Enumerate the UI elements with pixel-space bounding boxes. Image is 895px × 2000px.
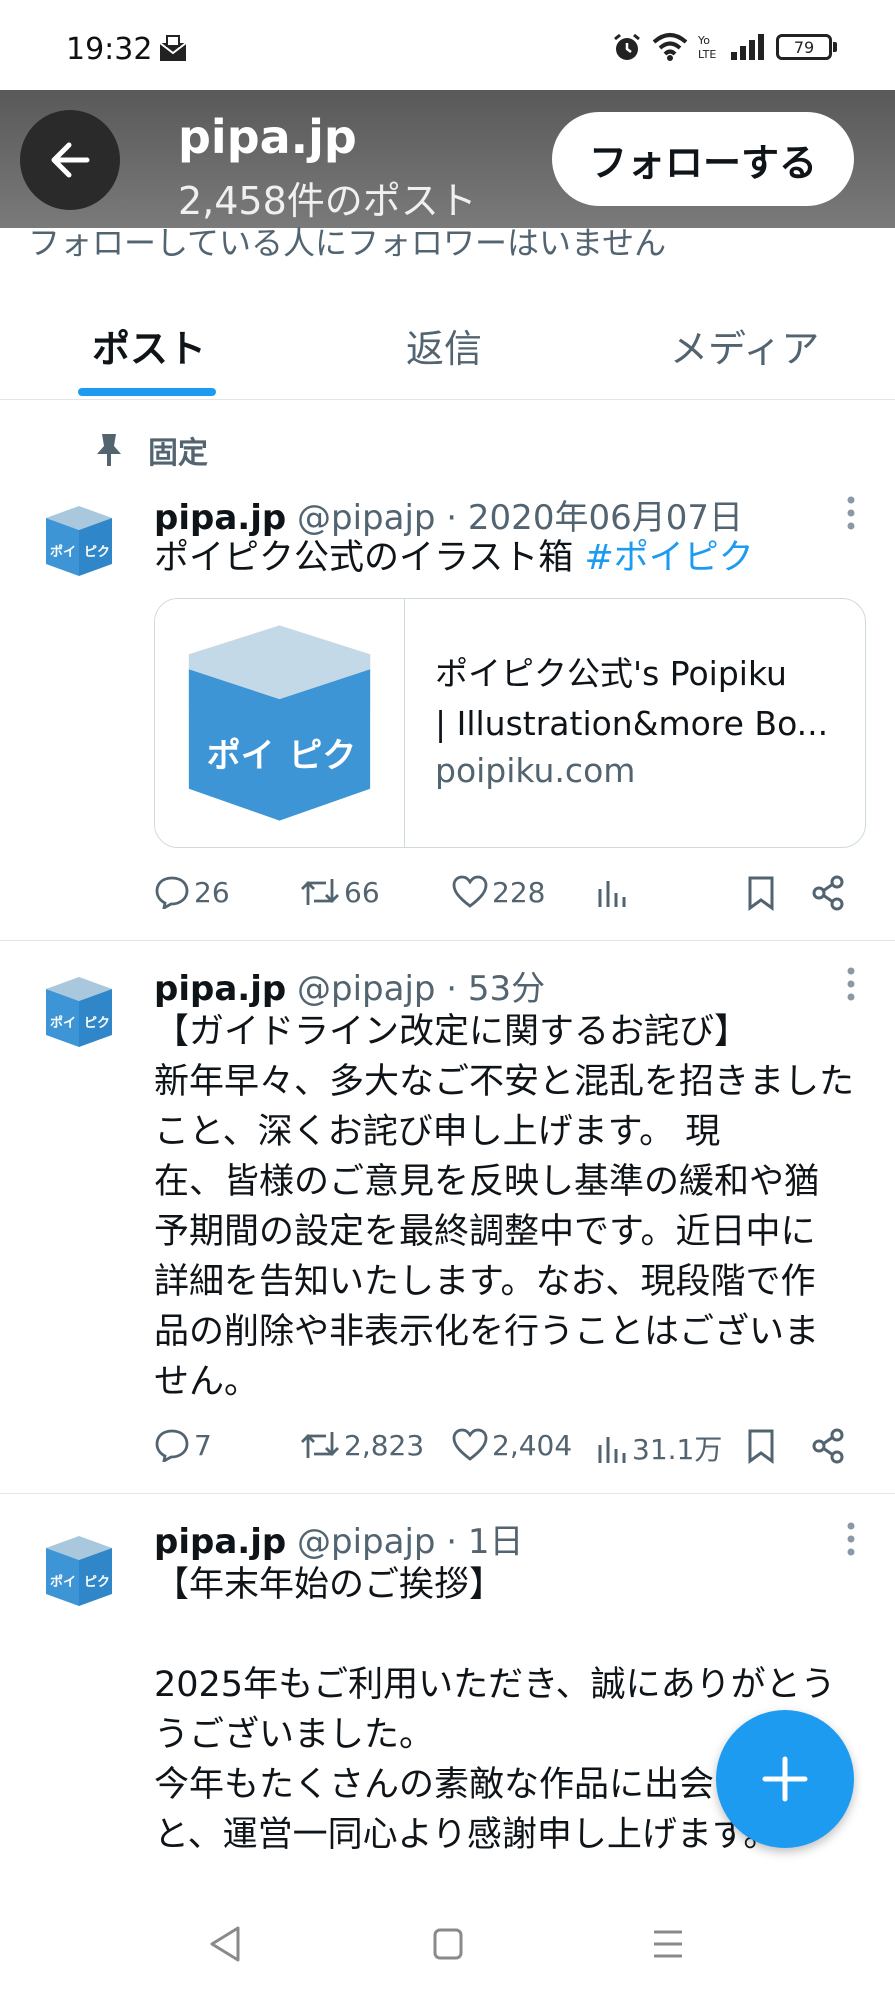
heart-icon (452, 1428, 488, 1461)
like-count: 2,404 (492, 1428, 573, 1462)
like-button[interactable]: 2,404 (452, 1428, 572, 1462)
hashtag-link[interactable]: #ポイピク (584, 538, 753, 578)
svg-text:ピク: ピク (84, 1016, 110, 1031)
svg-text:ピク: ピク (84, 1575, 110, 1590)
heart-icon (452, 875, 488, 908)
analytics-icon (598, 881, 626, 907)
bookmark-icon[interactable] (746, 1428, 776, 1464)
svg-text:ピク: ピク (288, 736, 356, 775)
reply-count: 26 (194, 875, 230, 909)
card-domain: poipiku.com (435, 751, 636, 790)
system-nav-bar (0, 1890, 895, 2000)
tweet-actions: 26 66 228 (154, 875, 854, 915)
tweet-author-name[interactable]: pipa.jp (154, 969, 286, 1009)
tweet-actions: 7 2,823 2,404 31.1万 (154, 1428, 854, 1468)
reply-button[interactable]: 7 (154, 1428, 212, 1462)
tweet-time[interactable]: 1日 (468, 1522, 524, 1562)
tweet-author-name[interactable]: pipa.jp (154, 498, 286, 538)
card-thumbnail: ポイ ピク (155, 599, 405, 847)
tweet-text: ポイピク公式のイラスト箱 #ポイピク (154, 538, 754, 578)
tweet-header: pipa.jp @pipajp · 53分 (154, 969, 546, 1009)
tweet-handle[interactable]: @pipajp (297, 969, 435, 1009)
views-button[interactable] (594, 875, 632, 909)
svg-text:ポイ: ポイ (50, 544, 76, 560)
tweet-pinned[interactable]: ポイ ピク pipa.jp @pipajp · 2020年06月07日 ポイピク… (0, 0, 895, 941)
svg-text:ピク: ピク (84, 545, 110, 560)
share-icon[interactable] (810, 875, 846, 911)
tweet-handle[interactable]: @pipajp (297, 498, 435, 538)
repost-icon (301, 1432, 339, 1458)
tweet-header: pipa.jp @pipajp · 2020年06月07日 (154, 498, 743, 538)
avatar[interactable]: ポイ ピク (38, 971, 120, 1053)
view-count: 31.1万 (632, 1433, 723, 1466)
tweet-handle[interactable]: @pipajp (297, 1522, 435, 1562)
views-button[interactable]: 31.1万 (594, 1428, 722, 1468)
reply-count: 7 (194, 1428, 212, 1462)
more-options-icon[interactable] (845, 1520, 857, 1558)
reply-icon (155, 1429, 189, 1462)
repost-button[interactable]: 66 (300, 875, 380, 909)
avatar[interactable]: ポイ ピク (38, 500, 120, 582)
repost-count: 2,823 (344, 1428, 425, 1462)
link-card[interactable]: ポイ ピク ポイピク公式's Poipiku | Illustration&mo… (154, 598, 866, 848)
svg-text:ポイ: ポイ (50, 1574, 76, 1590)
nav-menu-icon[interactable] (650, 1924, 686, 1964)
nav-back-icon[interactable] (208, 1924, 244, 1964)
repost-button[interactable]: 2,823 (300, 1428, 424, 1462)
tweet[interactable]: ポイ ピク pipa.jp @pipajp · 53分 【ガイドライン改定に関す… (0, 941, 895, 1494)
more-options-icon[interactable] (845, 965, 857, 1003)
like-button[interactable]: 228 (452, 875, 545, 909)
tweet-time[interactable]: 53分 (468, 969, 545, 1009)
svg-text:ポイ: ポイ (207, 736, 275, 775)
nav-home-icon[interactable] (432, 1924, 464, 1964)
analytics-icon (598, 1437, 626, 1463)
tweet-text: 【ガイドライン改定に関するお詫び】 新年早々、多大なご不安と混乱を招きました こ… (154, 1012, 855, 1402)
repost-icon (301, 879, 339, 905)
compose-button[interactable] (716, 1710, 854, 1848)
reply-icon (155, 876, 189, 909)
svg-text:ポイ: ポイ (50, 1015, 76, 1031)
bookmark-icon[interactable] (746, 875, 776, 911)
reply-button[interactable]: 26 (154, 875, 230, 909)
tweet-author-name[interactable]: pipa.jp (154, 1522, 286, 1562)
like-count: 228 (492, 875, 546, 909)
more-options-icon[interactable] (845, 494, 857, 532)
card-title: ポイピク公式's Poipiku | Illustration&more Bo.… (435, 654, 829, 743)
share-icon[interactable] (810, 1428, 846, 1464)
repost-count: 66 (344, 875, 380, 909)
plus-icon (762, 1756, 808, 1802)
tweet-time[interactable]: 2020年06月07日 (468, 498, 743, 538)
tweet-header: pipa.jp @pipajp · 1日 (154, 1522, 524, 1562)
avatar[interactable]: ポイ ピク (38, 1530, 120, 1612)
